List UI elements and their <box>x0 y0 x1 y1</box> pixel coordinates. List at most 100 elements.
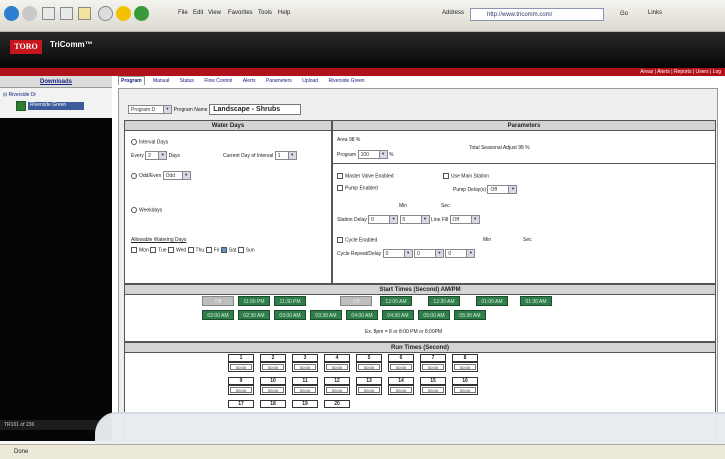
station-sec-select[interactable]: 0 ▼ <box>399 215 430 224</box>
sun-checkbox[interactable] <box>237 247 244 253</box>
home-icon[interactable] <box>78 7 91 20</box>
mon-checkbox[interactable] <box>131 247 137 253</box>
odd-even-select[interactable]: Odd ▼ <box>162 171 191 180</box>
start-time-button[interactable]: 02:00 AM <box>202 310 234 320</box>
start-time-button[interactable]: 04:30 AM <box>382 310 414 320</box>
run-time-input[interactable]: 00:00 <box>420 362 446 372</box>
area-value: 98 <box>348 137 355 143</box>
tree-node[interactable]: Riverside Green <box>16 101 86 111</box>
menu-favorites[interactable]: Favorites <box>228 10 253 16</box>
run-time-input[interactable]: 00:00 <box>292 362 318 372</box>
start-time-button[interactable]: 02:30 AM <box>238 310 270 320</box>
tree-root[interactable]: ⊟ Riverside Dr <box>3 92 36 98</box>
menu-view[interactable]: View <box>208 10 221 16</box>
sidebar-header[interactable]: Downloads <box>0 76 112 88</box>
odd-even-radio[interactable] <box>131 172 137 179</box>
top-links[interactable]: Areas | Alerts | Reports | Users | Log <box>640 69 721 75</box>
run-time-input[interactable]: 00:00 <box>324 385 350 395</box>
program-name-input[interactable]: Landscape - Shrubs <box>209 104 302 115</box>
cycle-sec-select[interactable]: 0 ▼ <box>445 249 476 258</box>
current-day-select[interactable]: 1 ▼ <box>274 151 297 160</box>
go-button[interactable]: Go <box>608 8 636 21</box>
run-time-input[interactable]: 00:00 <box>452 362 478 372</box>
run-time-input[interactable]: 00:00 <box>452 385 478 395</box>
use-main-checkbox[interactable] <box>443 173 449 179</box>
fri-checkbox[interactable] <box>205 247 212 253</box>
tab-alerts[interactable]: Alerts <box>241 77 258 85</box>
run-time-input[interactable]: 00:00 <box>260 385 286 395</box>
run-time-input[interactable]: 00:00 <box>356 385 382 395</box>
run-time-input[interactable]: 00:00 <box>292 385 318 395</box>
start-time-button[interactable]: 11:30 PM <box>274 296 306 306</box>
pump-checkbox[interactable] <box>337 185 343 191</box>
forward-icon[interactable] <box>22 6 37 21</box>
status-text: Done <box>14 449 29 455</box>
search-icon[interactable] <box>98 6 113 21</box>
refresh-icon[interactable] <box>60 7 73 20</box>
start-time-button[interactable]: 01:00 AM <box>476 296 508 306</box>
start-time-button[interactable]: 12:30 AM <box>428 296 460 306</box>
stop-icon[interactable] <box>42 7 55 20</box>
address-bar[interactable]: http://www.tricomm.com/ <box>470 8 604 21</box>
master-valve-checkbox[interactable] <box>337 173 343 179</box>
links-label[interactable]: Links <box>648 10 662 16</box>
line-fill-select[interactable]: Off ▼ <box>449 215 480 224</box>
chevron-down-icon: ▼ <box>378 151 387 158</box>
start-time-button[interactable]: 04:00 AM <box>346 310 378 320</box>
start-times-note: Ex. 8pm = 8 or 8:00 PM or 8:00PM <box>365 329 443 335</box>
tab-flow-control[interactable]: Flow Control <box>202 77 234 85</box>
cycle-checkbox[interactable] <box>337 237 343 243</box>
tab-parameters[interactable]: Parameters <box>264 77 294 85</box>
run-time-input[interactable]: 00:00 <box>388 385 414 395</box>
favorites-star-icon[interactable] <box>116 6 131 21</box>
start-time-button[interactable]: Off <box>340 296 372 306</box>
run-time-input[interactable]: 00:00 <box>388 362 414 372</box>
run-time-input[interactable]: 00:00 <box>260 362 286 372</box>
history-icon[interactable] <box>134 6 149 21</box>
station-min-value: 0 <box>371 217 374 223</box>
interval-radio[interactable] <box>131 139 137 145</box>
station-min-select[interactable]: 0 ▼ <box>368 215 399 224</box>
tab-program[interactable]: Program <box>118 76 145 85</box>
menu-edit[interactable]: Edit <box>193 10 203 16</box>
tab-status[interactable]: Status <box>178 77 196 85</box>
start-time-button[interactable]: 05:00 AM <box>418 310 450 320</box>
menu-help[interactable]: Help <box>278 10 290 16</box>
pump-delay-select[interactable]: Off ▼ <box>487 185 518 194</box>
tab-controller-name: Riverside Green <box>328 78 365 84</box>
tab-manual[interactable]: Manual <box>151 77 171 85</box>
run-time-value: 00:00 <box>294 364 316 370</box>
thu-checkbox[interactable] <box>187 247 194 253</box>
program-percent-select[interactable]: 100 ▼ <box>357 150 388 159</box>
start-time-button[interactable]: 01:30 AM <box>520 296 552 306</box>
run-time-input[interactable]: 00:00 <box>420 385 446 395</box>
run-time-input[interactable]: 00:00 <box>324 362 350 372</box>
run-time-input[interactable]: 00:00 <box>228 385 254 395</box>
sat-checkbox[interactable] <box>220 247 227 253</box>
start-time-button[interactable]: 12:00 AM <box>380 296 412 306</box>
tab-upload[interactable]: Upload <box>300 77 320 85</box>
wed-checkbox[interactable] <box>167 247 174 253</box>
browser-toolbar: File Edit View Favorites Tools Help Addr… <box>0 0 725 32</box>
program-select[interactable]: Program D ▼ <box>128 105 172 114</box>
tue-checkbox[interactable] <box>150 247 157 253</box>
day-label: Tue <box>158 247 167 254</box>
start-time-button[interactable]: 05:30 AM <box>454 310 486 320</box>
menu-file[interactable]: File <box>178 10 188 16</box>
weekdays-radio[interactable] <box>131 207 137 213</box>
start-time-button[interactable]: 03:00 AM <box>274 310 306 320</box>
chevron-down-icon: ▼ <box>163 106 171 113</box>
menu-tools[interactable]: Tools <box>258 10 272 16</box>
start-time-button[interactable]: 11:00 PM <box>238 296 270 306</box>
back-icon[interactable] <box>4 6 19 21</box>
water-days-panel: Water Days Interval Days Every 2 ▼ Days C… <box>124 120 332 284</box>
run-time-value: 00:00 <box>454 364 476 370</box>
station-number: 10 <box>260 377 286 385</box>
start-time-button[interactable]: Off <box>202 296 234 306</box>
run-time-input[interactable]: 00:00 <box>228 362 254 372</box>
start-time-button[interactable]: 03:30 AM <box>310 310 342 320</box>
cycle-repeat-select[interactable]: 0 ▼ <box>382 249 413 258</box>
cycle-min-select[interactable]: 0 ▼ <box>413 249 444 258</box>
run-time-input[interactable]: 00:00 <box>356 362 382 372</box>
every-select[interactable]: 2 ▼ <box>145 151 168 160</box>
